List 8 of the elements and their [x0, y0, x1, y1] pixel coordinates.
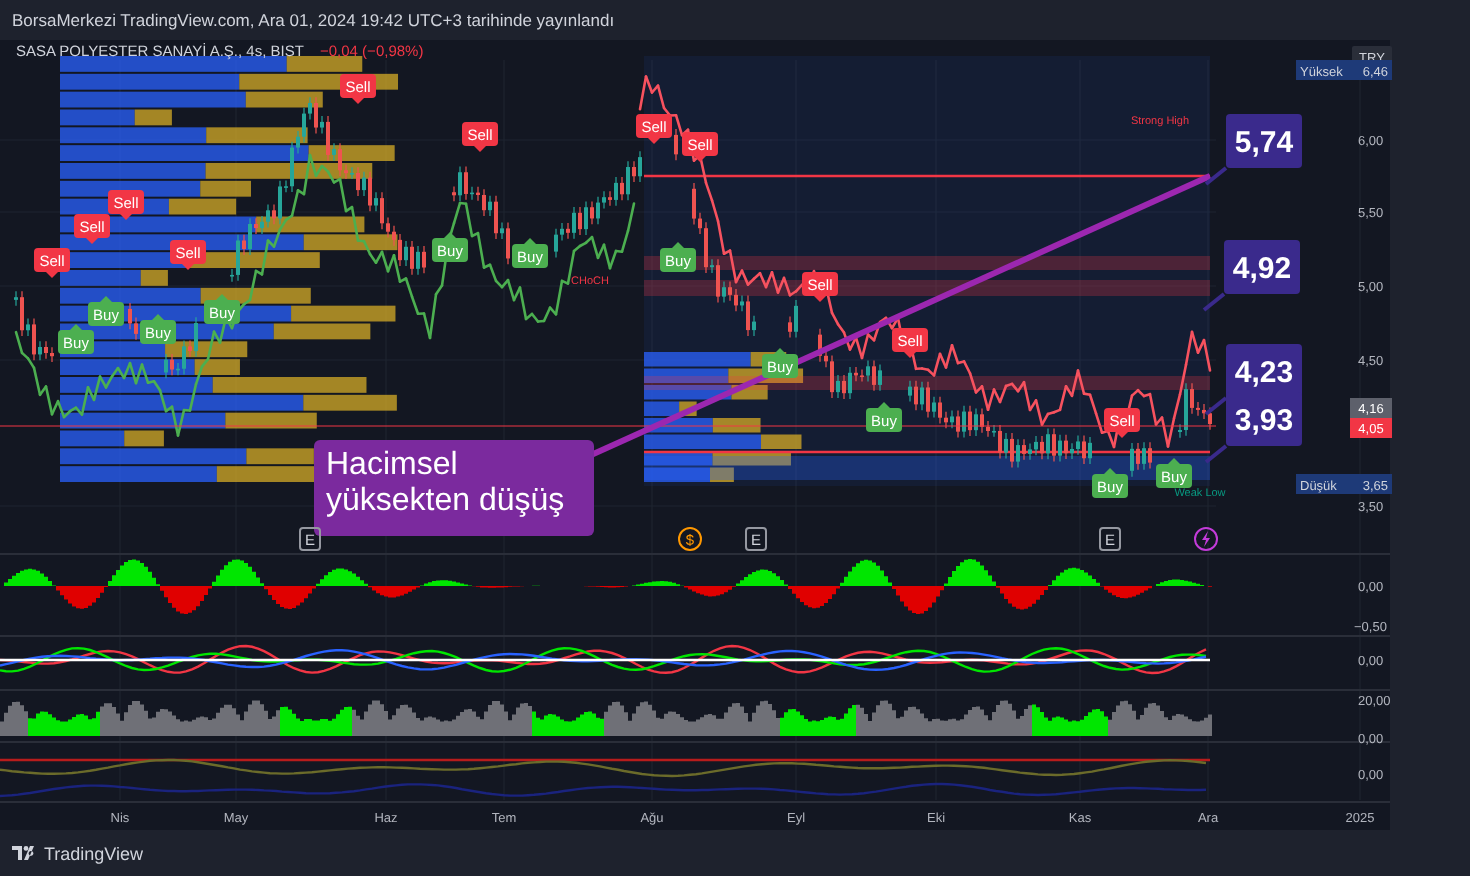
publish-info: BorsaMerkezi TradingView.com, Ara 01, 2024 19:42 UTC+3 tarihinde yayınlandı	[12, 10, 615, 30]
price-callout: 4,92	[1202, 240, 1300, 312]
candlestick	[674, 128, 678, 161]
logo-icon	[12, 846, 38, 860]
annotation-callout: Hacimsel yüksekten düşüş	[314, 440, 594, 536]
lightning-icon[interactable]	[1194, 527, 1218, 551]
brand-name: TradingView	[44, 843, 144, 863]
price-callout: 5,74	[1204, 114, 1302, 186]
